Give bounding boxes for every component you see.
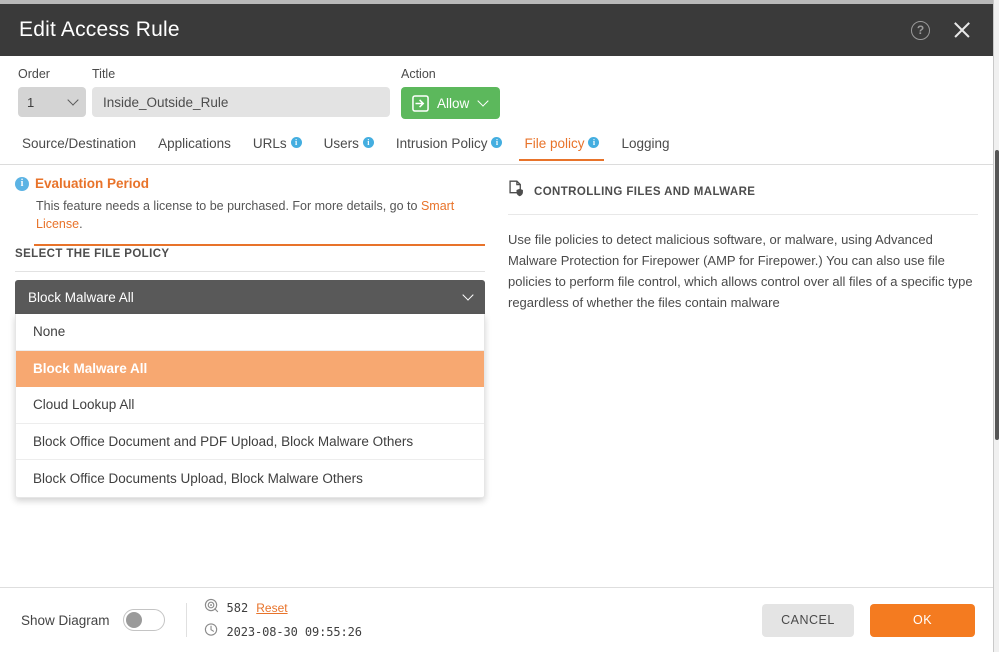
help-panel-divider — [508, 214, 978, 215]
scrollbar-thumb[interactable] — [995, 150, 999, 440]
show-diagram-toggle[interactable] — [122, 609, 165, 631]
help-panel: CONTROLLING FILES AND MALWARE Use file p… — [500, 166, 993, 313]
section-divider — [15, 271, 485, 272]
file-shield-icon — [508, 180, 525, 203]
option-label: Block Office Document and PDF Upload, Bl… — [33, 433, 414, 449]
list-item[interactable]: Cloud Lookup All — [16, 387, 484, 424]
tab-label: File policy — [524, 136, 585, 151]
rule-meta: 582 Reset 2023-08-30 09:55:26 — [204, 598, 362, 642]
rule-form-row: Order 1 Title Inside_Outside_Rule Action — [0, 62, 993, 120]
tab-label: Logging — [621, 136, 670, 151]
toggle-knob — [125, 612, 142, 628]
reset-hit-count-link[interactable]: Reset — [256, 601, 287, 615]
ok-button[interactable]: OK — [870, 603, 975, 637]
hit-count-value: 582 — [226, 601, 249, 615]
edit-access-rule-dialog: Edit Access Rule ? Order 1 Title Inside_… — [0, 0, 999, 652]
clock-icon — [204, 622, 219, 642]
hit-count-row: 582 Reset — [204, 598, 362, 618]
tab-urls[interactable]: URLs i — [253, 136, 302, 160]
list-item[interactable]: Block Office Documents Upload, Block Mal… — [16, 460, 484, 497]
file-policy-options-list: None Block Malware All Cloud Lookup All … — [15, 314, 485, 498]
evaluation-title: Evaluation Period — [35, 176, 150, 191]
tab-label: URLs — [252, 136, 287, 151]
action-select[interactable]: Allow — [401, 87, 500, 119]
evaluation-period-notice: i Evaluation Period This feature needs a… — [15, 176, 485, 246]
chevron-down-icon — [67, 94, 79, 106]
show-diagram-label: Show Diagram — [21, 612, 110, 628]
title-field: Title Inside_Outside_Rule — [92, 67, 390, 117]
list-item[interactable]: None — [16, 314, 484, 351]
tab-source-destination[interactable]: Source/Destination — [22, 136, 136, 160]
list-item[interactable]: Block Office Document and PDF Upload, Bl… — [16, 424, 484, 460]
chevron-down-icon — [462, 289, 474, 301]
option-label: Cloud Lookup All — [33, 397, 135, 413]
help-panel-body: Use file policies to detect malicious so… — [508, 232, 973, 311]
tab-applications[interactable]: Applications — [158, 136, 231, 160]
tab-label: Intrusion Policy — [395, 136, 488, 151]
info-badge-icon: i — [491, 137, 503, 148]
file-policy-pane: i Evaluation Period This feature needs a… — [0, 166, 500, 586]
title-label: Title — [92, 67, 116, 81]
tab-bar: Source/Destination Applications URLs i U… — [0, 136, 993, 165]
dialog-footer: Show Diagram 582 Reset 2023-08-30 09:55:… — [0, 588, 993, 652]
tab-label: Source/Destination — [22, 136, 137, 151]
action-field: Action Allow — [401, 67, 500, 119]
tab-label: Users — [323, 136, 359, 151]
order-label: Order — [18, 67, 50, 81]
action-value: Allow — [437, 95, 470, 111]
show-diagram-control: Show Diagram — [21, 609, 165, 631]
option-label: Block Malware All — [33, 360, 148, 376]
order-field: Order 1 — [18, 67, 86, 117]
tab-logging[interactable]: Logging — [621, 136, 669, 160]
timestamp-value: 2023-08-30 09:55:26 — [226, 625, 362, 639]
tab-file-policy[interactable]: File policy i — [519, 136, 605, 161]
info-circle-icon: i — [15, 176, 29, 191]
info-badge-icon: i — [290, 137, 302, 148]
timestamp-row: 2023-08-30 09:55:26 — [204, 622, 362, 642]
close-icon[interactable] — [951, 19, 973, 41]
list-item[interactable]: Block Malware All — [16, 350, 484, 387]
tab-intrusion-policy[interactable]: Intrusion Policy i — [396, 136, 503, 160]
evaluation-header: i Evaluation Period — [15, 176, 485, 191]
evaluation-text-end: . — [79, 216, 83, 231]
option-label: None — [33, 324, 66, 340]
help-panel-title: CONTROLLING FILES AND MALWARE — [534, 185, 756, 198]
file-policy-section-label: SELECT THE FILE POLICY — [15, 248, 170, 260]
page-title: Edit Access Rule — [19, 18, 180, 41]
title-value: Inside_Outside_Rule — [103, 94, 229, 110]
tab-label: Applications — [158, 136, 231, 151]
title-input[interactable]: Inside_Outside_Rule — [92, 87, 390, 117]
arrow-into-bracket-icon — [412, 94, 429, 112]
order-select[interactable]: 1 — [18, 87, 86, 117]
evaluation-divider — [34, 244, 485, 246]
file-policy-selected-value: Block Malware All — [28, 289, 134, 305]
scrollbar-vertical[interactable] — [993, 0, 999, 652]
info-badge-icon: i — [588, 137, 600, 148]
evaluation-text-body: This feature needs a license to be purch… — [36, 199, 421, 213]
chevron-down-icon — [477, 95, 489, 107]
option-label: Block Office Documents Upload, Block Mal… — [33, 470, 363, 486]
evaluation-text: This feature needs a license to be purch… — [36, 198, 485, 233]
question-circle-icon[interactable]: ? — [911, 20, 930, 40]
action-label: Action — [401, 67, 436, 81]
tab-users[interactable]: Users i — [324, 136, 374, 160]
help-panel-header: CONTROLLING FILES AND MALWARE — [508, 180, 993, 203]
info-badge-icon: i — [362, 137, 374, 148]
cancel-button[interactable]: CANCEL — [762, 603, 854, 637]
file-policy-select-wrapper: Block Malware All None Block Malware All… — [15, 280, 485, 498]
dialog-titlebar: Edit Access Rule ? — [0, 4, 993, 56]
target-icon — [204, 598, 219, 618]
file-policy-select[interactable]: Block Malware All — [15, 280, 485, 314]
footer-separator — [185, 603, 187, 637]
order-value: 1 — [27, 94, 35, 110]
